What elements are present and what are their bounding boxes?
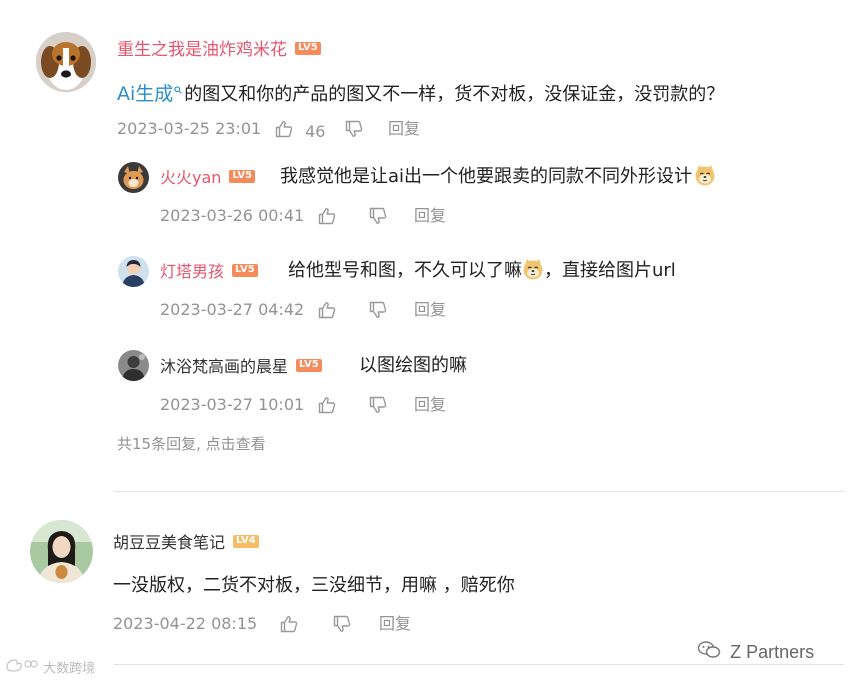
thumb-down-icon xyxy=(368,206,388,231)
reply-text: 我感觉他是让ai出一个他要跟卖的同款不同外形设计 xyxy=(280,166,693,187)
thumb-down-icon xyxy=(332,614,352,639)
woman-avatar-icon xyxy=(30,520,93,583)
dislike-button[interactable] xyxy=(368,300,388,325)
dislike-button[interactable] xyxy=(332,614,352,639)
comment-text: 一没版权，二货不对板，三没细节，用嘛 ，赔死你 xyxy=(113,575,515,596)
reply-time: 2023-03-27 04:42 xyxy=(160,300,305,319)
watermark-logo-left: 大数跨境 xyxy=(4,656,95,678)
reply-content: 我感觉他是让ai出一个他要跟卖的同款不同外形设计 xyxy=(280,164,716,188)
beagle-avatar-icon xyxy=(36,32,96,92)
boy-avatar-icon xyxy=(118,256,149,287)
watermark-text: Z Partners xyxy=(730,641,815,662)
doge-emoji-icon xyxy=(694,164,716,186)
reply-meta: 2023-03-27 10:01 回复 xyxy=(160,395,460,417)
comment-time: 2023-04-22 08:15 xyxy=(113,614,258,633)
dislike-button[interactable] xyxy=(368,206,388,231)
watermark-text: 大数跨境 xyxy=(43,661,96,677)
reply-time: 2023-03-26 00:41 xyxy=(160,206,305,225)
reply-button[interactable]: 回复 xyxy=(414,206,446,226)
comment-time: 2023-03-25 23:01 xyxy=(117,119,262,138)
thumb-up-icon xyxy=(317,300,337,325)
avatar[interactable] xyxy=(118,256,149,287)
like-button[interactable] xyxy=(317,300,337,325)
reply-text: 以图绘图的嘛 xyxy=(359,355,467,376)
ai-generate-link[interactable]: Ai生成 xyxy=(117,83,173,105)
dislike-button[interactable] xyxy=(368,395,388,420)
wechat-icon xyxy=(697,640,721,664)
comment-username[interactable]: 胡豆豆美食笔记 LV4 xyxy=(113,533,259,553)
level-badge: LV5 xyxy=(296,359,322,372)
like-button[interactable]: 46 xyxy=(274,119,325,144)
dog-avatar-icon xyxy=(118,162,149,193)
comment-divider xyxy=(114,491,844,492)
avatar[interactable] xyxy=(30,520,93,583)
reply-username[interactable]: 沐浴梵高画的晨星 LV5 xyxy=(160,357,322,377)
reply-content: 给他型号和图，不久可以了嘛 ，直接给图片url xyxy=(288,258,676,282)
thumb-down-icon xyxy=(368,395,388,420)
comment-meta: 2023-03-25 23:01 46 回复 xyxy=(117,119,437,141)
level-badge: LV5 xyxy=(232,264,258,277)
username-text[interactable]: 重生之我是油炸鸡米花 xyxy=(117,40,287,60)
dislike-button[interactable] xyxy=(344,119,364,144)
reply-time: 2023-03-27 10:01 xyxy=(160,395,305,414)
comment-username[interactable]: 重生之我是油炸鸡米花 LV5 xyxy=(117,40,321,60)
username-text[interactable]: 胡豆豆美食笔记 xyxy=(113,533,225,552)
person-avatar-icon xyxy=(118,350,149,381)
comment-content: 一没版权，二货不对板，三没细节，用嘛 ，赔死你 xyxy=(113,574,515,598)
reply-text: ，直接给图片url xyxy=(544,260,676,281)
avatar[interactable] xyxy=(118,350,149,381)
reply-content: 以图绘图的嘛 xyxy=(359,355,467,377)
thumb-up-icon xyxy=(279,614,299,639)
like-button[interactable] xyxy=(317,395,337,420)
level-badge: LV5 xyxy=(295,41,321,55)
reply-username[interactable]: 灯塔男孩 LV5 xyxy=(160,262,258,282)
thumb-up-icon xyxy=(317,206,337,231)
username-text[interactable]: 沐浴梵高画的晨星 xyxy=(160,357,288,376)
comment-content: Ai生成 的图又和你的产品的图又不一样，货不对板，没保证金，没罚款的？ xyxy=(117,82,724,107)
reply-button[interactable]: 回复 xyxy=(414,395,446,415)
like-count: 46 xyxy=(305,121,326,141)
comment-text: 的图又和你的产品的图又不一样，货不对板，没保证金，没罚款的？ xyxy=(184,84,725,105)
weibo-watermark-icon xyxy=(4,656,38,678)
username-text[interactable]: 火火yan xyxy=(160,168,221,187)
search-icon[interactable] xyxy=(174,77,183,101)
thumb-down-icon xyxy=(368,300,388,325)
comment-meta: 2023-04-22 08:15 回复 xyxy=(113,614,433,636)
like-button[interactable] xyxy=(317,206,337,231)
level-badge: LV4 xyxy=(233,535,259,548)
thumb-down-icon xyxy=(344,119,364,144)
avatar[interactable] xyxy=(36,32,96,92)
reply-button[interactable]: 回复 xyxy=(379,614,411,634)
reply-text: 给他型号和图，不久可以了嘛 xyxy=(288,260,522,281)
comment-divider xyxy=(114,664,844,665)
view-more-replies-link[interactable]: 共15条回复, 点击查看 xyxy=(117,434,266,454)
thumb-up-icon xyxy=(317,395,337,420)
avatar[interactable] xyxy=(118,162,149,193)
reply-username[interactable]: 火火yan LV5 xyxy=(160,168,256,188)
username-text[interactable]: 灯塔男孩 xyxy=(160,262,224,281)
doge-emoji-icon xyxy=(522,258,544,280)
thumb-up-icon xyxy=(274,119,294,144)
reply-meta: 2023-03-27 04:42 回复 xyxy=(160,300,460,322)
level-badge: LV5 xyxy=(229,170,256,183)
reply-meta: 2023-03-26 00:41 回复 xyxy=(160,206,460,228)
reply-button[interactable]: 回复 xyxy=(414,300,446,320)
reply-button[interactable]: 回复 xyxy=(388,119,420,139)
watermark-logo-right: Z Partners xyxy=(697,640,814,664)
like-button[interactable] xyxy=(279,614,299,639)
